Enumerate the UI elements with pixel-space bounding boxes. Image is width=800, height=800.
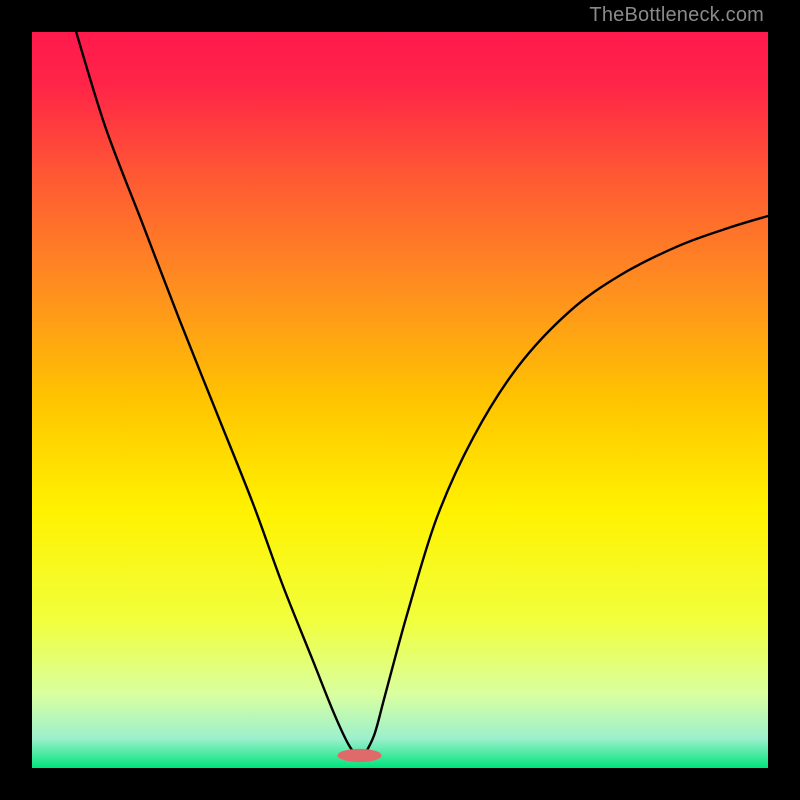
min-marker	[337, 749, 381, 762]
watermark-text: TheBottleneck.com	[589, 4, 764, 27]
chart-svg	[32, 32, 768, 768]
gradient-background	[32, 32, 768, 768]
plot-area	[32, 32, 768, 768]
chart-frame: TheBottleneck.com	[0, 0, 800, 800]
marker-layer	[337, 749, 381, 762]
